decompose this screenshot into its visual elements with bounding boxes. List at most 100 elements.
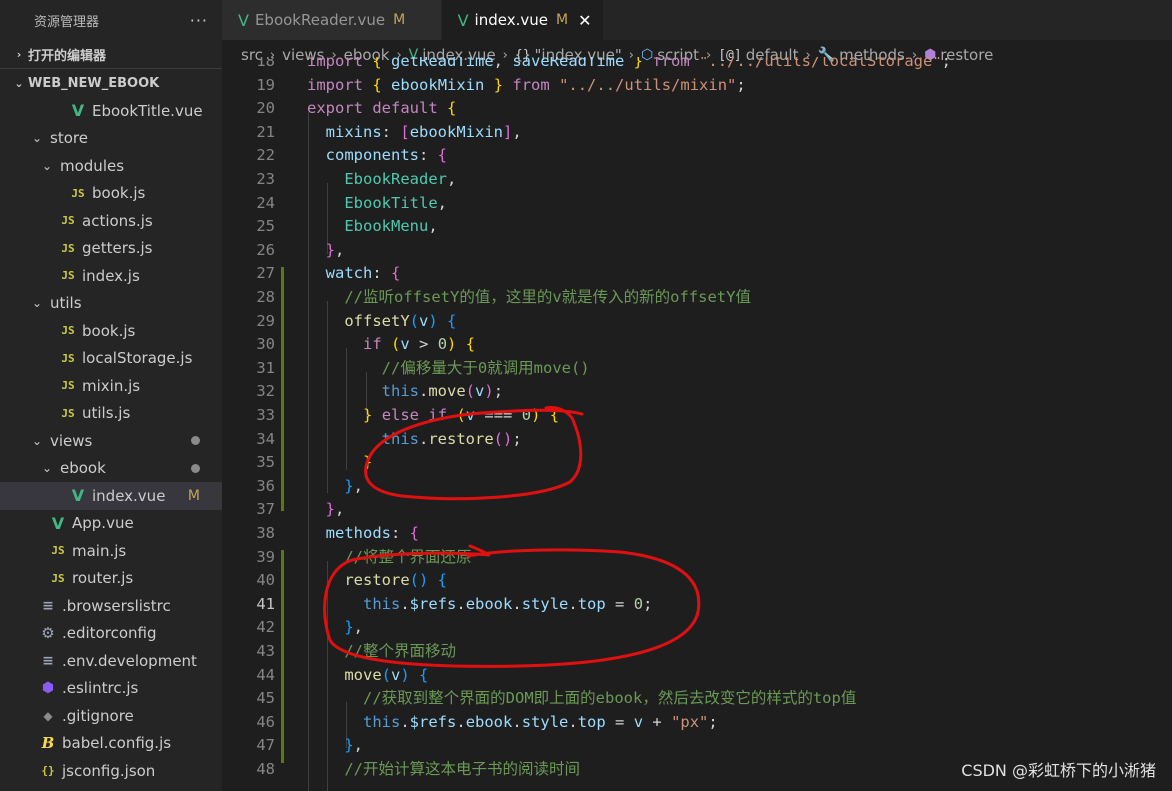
folder-item[interactable]: ⌄ utils <box>0 290 222 318</box>
close-icon[interactable]: ✕ <box>578 11 591 30</box>
tab-index-vue[interactable]: Vindex.vue M ✕ <box>441 0 605 40</box>
code-line[interactable]: 44 move(v) { <box>222 664 1172 688</box>
line-number: 36 <box>256 476 275 495</box>
code-text: //监听offsetY的值，这里的v就是传入的新的offsetY值 <box>344 288 751 306</box>
code-line[interactable]: 29 offsetY(v) { <box>222 310 1172 334</box>
tree-item-label: .editorconfig <box>62 624 157 643</box>
code-line[interactable]: 40 restore() { <box>222 569 1172 593</box>
js-icon: JS <box>61 269 75 283</box>
file-item[interactable]: ⬢ .eslintrc.js <box>0 675 222 703</box>
vue-icon: V <box>51 513 65 533</box>
code-text: } else if (v === 0) { <box>363 406 560 424</box>
file-item[interactable]: JS utils.js <box>0 400 222 428</box>
code-line[interactable]: 26 }, <box>222 239 1172 263</box>
js-icon: JS <box>61 214 75 228</box>
code-line[interactable]: 34 this.restore(); <box>222 428 1172 452</box>
tree-item-label: book.js <box>82 321 136 340</box>
line-number: 30 <box>256 335 275 354</box>
code-line[interactable]: 28 //监听offsetY的值，这里的v就是传入的新的offsetY值 <box>222 286 1172 310</box>
file-item[interactable]: JS router.js <box>0 565 222 593</box>
line-number: 39 <box>256 547 275 566</box>
tree-item-label: App.vue <box>72 514 134 533</box>
vue-icon: V <box>457 10 469 30</box>
file-item[interactable]: Bbabel.config.js <box>0 730 222 758</box>
file-item[interactable]: ≡ .browserslistrc <box>0 592 222 620</box>
tab-ebookreader-vue[interactable]: VEbookReader.vueM✕ <box>222 0 442 40</box>
more-actions-icon[interactable]: ··· <box>190 11 208 30</box>
code-line[interactable]: 22 components: { <box>222 144 1172 168</box>
file-item[interactable]: JS index.js <box>0 262 222 290</box>
file-item[interactable]: JS localStorage.js <box>0 345 222 373</box>
code-line[interactable]: 23 EbookReader, <box>222 168 1172 192</box>
code-text: //将整个界面还原 <box>344 547 472 566</box>
code-line[interactable]: 20 export default { <box>222 97 1172 121</box>
line-number: 23 <box>256 170 275 188</box>
code-line[interactable]: 25 EbookMenu, <box>222 215 1172 239</box>
editor-tabs: V EbookReader.vue M ✕Vindex.vue M ✕ <box>222 0 1172 40</box>
line-number: 47 <box>256 736 275 755</box>
modified-badge: M <box>187 487 200 504</box>
file-item[interactable]: ⚙ .editorconfig <box>0 620 222 648</box>
code-line[interactable]: 45 //获取到整个界面的DOM即上面的ebook，然后去改变它的样式的top值 <box>222 687 1172 711</box>
code-line[interactable]: 18 import { getReadTime, saveReadTime } f… <box>222 57 1172 74</box>
code-line[interactable]: 41 this.$refs.ebook.style.top = 0; <box>222 593 1172 617</box>
code-text: //获取到整个界面的DOM即上面的ebook，然后去改变它的样式的top值 <box>363 689 857 708</box>
code-line[interactable]: 36 }, <box>222 475 1172 499</box>
code-line[interactable]: 19 import { ebookMixin } from "../../util… <box>222 74 1172 98</box>
file-item[interactable]: V App.vue <box>0 510 222 538</box>
code-line[interactable]: 32 this.move(v); <box>222 380 1172 404</box>
project-label: WEB_NEW_EBOOK <box>28 75 160 91</box>
file-item[interactable]: JS book.js <box>0 180 222 208</box>
code-text: this.restore(); <box>381 429 522 448</box>
lines-icon: ≡ <box>42 597 54 614</box>
folder-item[interactable]: ⌄ ebook <box>0 455 222 483</box>
file-item[interactable]: JS mixin.js <box>0 372 222 400</box>
folder-item[interactable]: ⌄ modules <box>0 152 222 180</box>
code-text: }, <box>344 618 364 637</box>
code-line[interactable]: 42 }, <box>222 616 1172 640</box>
file-item[interactable]: JS main.js <box>0 537 222 565</box>
code-editor[interactable]: 18 import { getReadTime, saveReadTime } f… <box>222 57 1172 791</box>
code-line[interactable]: 35 } <box>222 451 1172 475</box>
code-line[interactable]: 27 watch: { <box>222 262 1172 286</box>
code-line[interactable]: 38 methods: { <box>222 522 1172 546</box>
code-line[interactable]: 37 }, <box>222 498 1172 522</box>
folder-item[interactable]: ⌄ store <box>0 125 222 153</box>
code-line[interactable]: 30 if (v > 0) { <box>222 333 1172 357</box>
open-editors-section[interactable]: › 打开的编辑器 <box>0 40 222 68</box>
code-line[interactable]: 46 this.$refs.ebook.style.top = v + "px"… <box>222 711 1172 735</box>
code-line[interactable]: 43 //整个界面移动 <box>222 640 1172 664</box>
folder-item[interactable]: ⌄ views <box>0 427 222 455</box>
file-item[interactable]: {} jsconfig.json <box>0 757 222 785</box>
code-line[interactable]: 39 //将整个界面还原 <box>222 546 1172 570</box>
project-section[interactable]: ⌄ WEB_NEW_EBOOK <box>0 69 222 97</box>
js-icon: JS <box>51 544 65 558</box>
chevron-down-icon: ⌄ <box>14 76 24 90</box>
js-icon: JS <box>61 379 75 393</box>
gear-icon: ⚙ <box>41 624 55 643</box>
file-item[interactable]: JS book.js <box>0 317 222 345</box>
js-icon: JS <box>61 324 75 338</box>
vue-icon: V <box>71 101 85 121</box>
file-item[interactable]: JS actions.js <box>0 207 222 235</box>
code-text: import { getReadTime, saveReadTime } fro… <box>307 57 952 70</box>
line-number: 32 <box>256 382 275 401</box>
code-line[interactable]: 21 mixins: [ebookMixin], <box>222 121 1172 145</box>
file-item[interactable]: JS getters.js <box>0 235 222 263</box>
code-text: mixins: [ebookMixin], <box>325 122 522 141</box>
code-text: watch: { <box>325 264 401 283</box>
code-line[interactable]: 24 EbookTitle, <box>222 192 1172 216</box>
code-line[interactable]: 31 //偏移量大于0就调用move() <box>222 357 1172 381</box>
line-number: 25 <box>256 217 275 236</box>
file-item[interactable]: ◆ .gitignore <box>0 702 222 730</box>
code-line[interactable]: 47 }, <box>222 734 1172 758</box>
code-line[interactable]: 33 } else if (v === 0) { <box>222 404 1172 428</box>
code-text: restore() { <box>344 571 448 590</box>
line-number: 20 <box>256 99 275 118</box>
code-text: //开始计算这本电子书的阅读时间 <box>344 760 580 778</box>
file-item[interactable]: Vindex.vue M <box>0 482 222 510</box>
file-item[interactable]: V EbookTitle.vue <box>0 97 222 125</box>
tree-item-label: utils <box>50 294 82 313</box>
tree-item-label: localStorage.js <box>82 349 193 368</box>
file-item[interactable]: ≡ .env.development <box>0 647 222 675</box>
